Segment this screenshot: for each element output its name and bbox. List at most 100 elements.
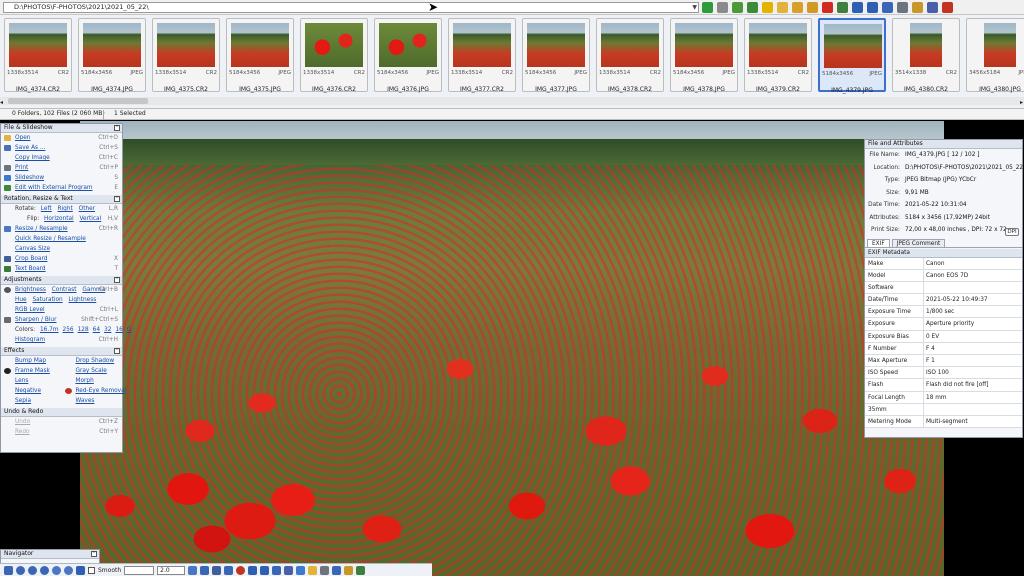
rgb-level-link[interactable]: RGB Level bbox=[15, 307, 45, 313]
thumbnail-item[interactable]: 1338x3514 CR2 IMG_4377.CR2 bbox=[448, 18, 516, 93]
thumbnail-item[interactable]: 5184x3456 JPEG IMG_4379.JPG bbox=[818, 18, 886, 94]
effect-label[interactable]: Morph bbox=[76, 378, 94, 384]
move-folder-icon[interactable] bbox=[807, 2, 818, 13]
color-depth-link[interactable]: G bbox=[127, 327, 132, 333]
effect-item[interactable]: Frame Mask bbox=[1, 366, 62, 376]
chevron-down-icon[interactable]: ▼ bbox=[692, 3, 697, 12]
rotate-left-icon[interactable] bbox=[248, 565, 258, 575]
color-depth-link[interactable]: 64 bbox=[93, 327, 100, 333]
thumbnail-item[interactable]: 5184x3456 JPEG IMG_4375.JPG bbox=[226, 18, 294, 93]
menu-item[interactable]: Print Ctrl+P bbox=[1, 163, 122, 173]
print-icon[interactable] bbox=[897, 2, 908, 13]
save-icon[interactable] bbox=[837, 2, 848, 13]
menu-item[interactable]: Open Ctrl+O bbox=[1, 133, 122, 143]
first-image-icon[interactable] bbox=[16, 565, 25, 575]
undo-row[interactable]: Undo Ctrl+Z bbox=[1, 417, 122, 427]
selection-icon[interactable] bbox=[224, 565, 234, 575]
menu-item-label[interactable]: Copy Image bbox=[15, 155, 50, 161]
effect-label[interactable]: Red-Eye Removal bbox=[76, 388, 127, 394]
flip-vertical-link[interactable]: Vertical bbox=[80, 216, 102, 222]
color-depth-link[interactable]: 32 bbox=[104, 327, 111, 333]
save-icon[interactable] bbox=[4, 565, 13, 575]
horizontal-scrollbar[interactable] bbox=[0, 97, 1024, 105]
flip-horizontal-link[interactable]: Horizontal bbox=[44, 216, 74, 222]
go-icon[interactable] bbox=[702, 2, 713, 13]
print-icon[interactable] bbox=[320, 565, 330, 575]
zoom-value-select[interactable]: 2.0 bbox=[157, 565, 186, 575]
copy-folder-icon[interactable] bbox=[792, 2, 803, 13]
effect-item[interactable]: Sepia bbox=[1, 396, 62, 406]
menu-item-label[interactable]: Save As ... bbox=[15, 145, 45, 151]
redo-row[interactable]: Redo Ctrl+Y bbox=[1, 427, 122, 437]
color-depth-link[interactable]: 16 bbox=[115, 327, 122, 333]
scroll-left-icon[interactable]: ◂ bbox=[0, 99, 3, 106]
color-depth-link[interactable]: 256 bbox=[63, 327, 74, 333]
brightness-link[interactable]: Brightness bbox=[15, 287, 46, 293]
crop-icon[interactable] bbox=[212, 565, 222, 575]
effect-item[interactable]: Lens bbox=[1, 376, 62, 386]
fullscreen-icon[interactable] bbox=[284, 565, 294, 575]
histogram-row[interactable]: Histogram Ctrl+H bbox=[1, 335, 122, 345]
exit-icon[interactable] bbox=[942, 2, 953, 13]
lightness-link[interactable]: Lightness bbox=[69, 297, 97, 303]
dpi-button[interactable]: DPI bbox=[1005, 228, 1019, 236]
menu-item[interactable]: Canvas Size bbox=[1, 244, 122, 254]
sharpen-row[interactable]: Sharpen / Blur Shift+Ctrl+S bbox=[1, 315, 122, 325]
menu-item[interactable]: Crop Board X bbox=[1, 254, 122, 264]
effect-item[interactable]: Bump Map bbox=[1, 356, 62, 366]
collapse-icon[interactable]: ⌃ bbox=[114, 348, 120, 354]
rotate-right-link[interactable]: Right bbox=[58, 206, 73, 212]
view-icon[interactable] bbox=[717, 2, 728, 13]
folder-icon[interactable] bbox=[777, 2, 788, 13]
rotate-left-link[interactable]: Left bbox=[41, 206, 52, 212]
email-icon[interactable] bbox=[332, 565, 342, 575]
menu-item[interactable]: Slideshow S bbox=[1, 173, 122, 183]
thumbnail-item[interactable]: 3456x5184 JPEG IMG_4380.JPG bbox=[966, 18, 1024, 93]
thumbnail-item[interactable]: 1338x3514 CR2 IMG_4379.CR2 bbox=[744, 18, 812, 93]
previous-image-icon[interactable] bbox=[28, 565, 37, 575]
menu-item[interactable]: Resize / Resample Ctrl+R bbox=[1, 224, 122, 234]
thumbnail-item[interactable]: 1338x3514 CR2 IMG_4375.CR2 bbox=[152, 18, 220, 93]
zoom-out-icon[interactable] bbox=[64, 565, 73, 575]
rotate-right-icon[interactable] bbox=[260, 565, 270, 575]
menu-item[interactable]: Quick Resize / Resample bbox=[1, 234, 122, 244]
menu-item-label[interactable]: Canvas Size bbox=[15, 246, 50, 252]
effect-item[interactable]: Waves bbox=[62, 396, 123, 406]
color-depth-link[interactable]: 16.7m bbox=[40, 327, 59, 333]
thumbnail-item[interactable]: 1338x3514 CR2 IMG_4376.CR2 bbox=[300, 18, 368, 93]
delete-icon[interactable] bbox=[822, 2, 833, 13]
scrollbar-thumb[interactable] bbox=[8, 98, 148, 104]
exit-icon[interactable] bbox=[356, 565, 366, 575]
scroll-right-icon[interactable]: ▸ bbox=[1020, 99, 1023, 106]
path-input[interactable]: D:\PHOTOS\F-PHOTOS\2021\2021_05_22\ ▼ bbox=[3, 2, 699, 13]
settings-icon[interactable] bbox=[912, 2, 923, 13]
settings-icon[interactable] bbox=[344, 565, 354, 575]
undo-link[interactable]: Undo bbox=[15, 419, 30, 425]
rotate-left-icon[interactable] bbox=[852, 2, 863, 13]
collapse-icon[interactable]: ⌃ bbox=[91, 551, 97, 557]
effect-item[interactable]: Morph bbox=[62, 376, 123, 386]
slideshow-icon[interactable] bbox=[296, 565, 306, 575]
effect-label[interactable]: Drop Shadow bbox=[76, 358, 115, 364]
menu-item[interactable]: Save As ... Ctrl+S bbox=[1, 143, 122, 153]
hand-tool-icon[interactable] bbox=[188, 565, 198, 575]
thumbnail-item[interactable]: 1338x3514 CR2 IMG_4378.CR2 bbox=[596, 18, 664, 93]
menu-item-label[interactable]: Edit with External Program bbox=[15, 185, 93, 191]
rotate-icon[interactable] bbox=[200, 565, 210, 575]
smooth-checkbox[interactable] bbox=[88, 566, 95, 574]
thumbnail-item[interactable]: 5184x3456 JPEG IMG_4377.JPG bbox=[522, 18, 590, 93]
redo-link[interactable]: Redo bbox=[15, 429, 30, 435]
effect-label[interactable]: Frame Mask bbox=[15, 368, 50, 374]
tab-exif[interactable]: EXIF bbox=[867, 238, 890, 247]
red-eye-icon[interactable] bbox=[236, 565, 246, 575]
effect-item[interactable]: Gray Scale bbox=[62, 366, 123, 376]
edit-icon[interactable] bbox=[747, 2, 758, 13]
menu-item-label[interactable]: Text Board bbox=[15, 266, 46, 272]
rotate-other-link[interactable]: Other bbox=[79, 206, 95, 212]
menu-item[interactable]: Text Board T bbox=[1, 264, 122, 274]
collapse-icon[interactable]: ⌃ bbox=[114, 277, 120, 283]
menu-item[interactable]: Copy Image Ctrl+C bbox=[1, 153, 122, 163]
effect-label[interactable]: Sepia bbox=[15, 398, 31, 404]
folder-icon[interactable] bbox=[308, 565, 318, 575]
sharpen-blur-link[interactable]: Sharpen / Blur bbox=[15, 317, 57, 323]
